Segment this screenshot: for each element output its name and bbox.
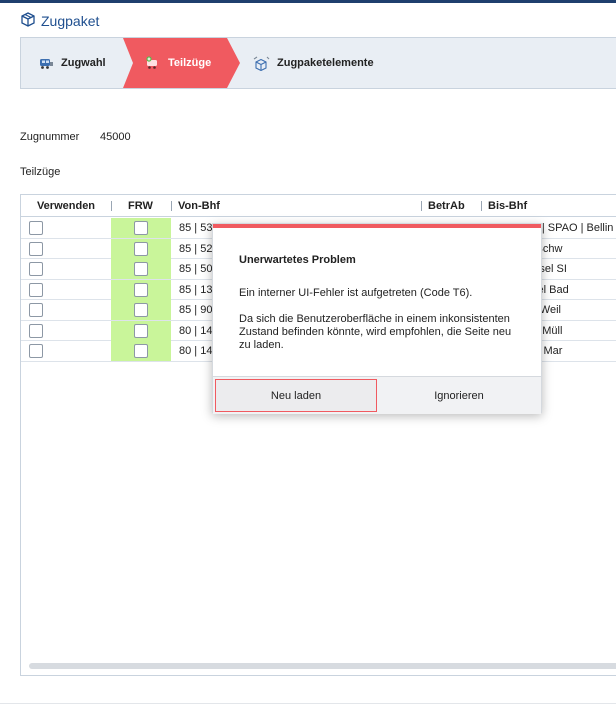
wizard-step-label: Zugwahl [61,57,106,69]
train-add-icon [145,56,161,70]
wizard-step-zugwahl[interactable]: Zugwahl [38,38,106,88]
boxes-icon [253,56,270,71]
box-icon [20,11,36,31]
verwenden-checkbox[interactable] [29,282,43,297]
frw-checkbox[interactable] [134,221,148,235]
dialog-message-detail: Da sich die Benutzeroberfläche in einem … [239,313,512,351]
verwenden-checkbox[interactable] [29,344,43,358]
column-header-von-bhf[interactable]: Von-Bhf [171,195,421,217]
column-header-betrab[interactable]: BetrAb [421,195,481,217]
ignore-button[interactable]: Ignorieren [377,377,541,414]
grid-header: Verwenden FRW Von-Bhf BetrAb Bis-Bhf [21,195,616,217]
frw-checkbox[interactable] [134,241,148,256]
error-dialog: Unerwartetes Problem Ein interner UI-Feh… [212,223,542,414]
dialog-footer: Neu laden Ignorieren [213,376,541,414]
wizard-stepper: Zugwahl Teilzüge Zugpaketelemente [20,37,616,89]
footer-divider [0,703,616,704]
wizard-step-label: Zugpaketelemente [277,57,374,69]
dialog-accent-bar [213,224,541,228]
column-header-verwenden[interactable]: Verwenden [21,195,111,217]
frw-checkbox[interactable] [134,344,148,358]
zugnummer-value: 45000 [100,131,131,143]
dialog-message: Ein interner UI-Fehler ist aufgetreten (… [239,287,473,299]
column-header-bis-bhf[interactable]: Bis-Bhf [481,195,616,217]
verwenden-checkbox[interactable] [29,241,43,256]
train-icon [38,56,54,70]
frw-checkbox[interactable] [134,303,148,317]
dialog-title: Unerwartetes Problem [239,254,356,266]
page-title-text: Zugpaket [41,13,100,29]
zugnummer-label: Zugnummer [20,131,80,143]
wizard-step-zugpaketelemente[interactable]: Zugpaketelemente [253,38,374,88]
frw-checkbox[interactable] [134,282,148,297]
verwenden-checkbox[interactable] [29,262,43,276]
section-title-teilzuege: Teilzüge [20,166,61,178]
wizard-step-teilzuege[interactable]: Teilzüge [123,38,240,88]
page-title: Zugpaket [20,11,100,31]
verwenden-checkbox[interactable] [29,323,43,338]
verwenden-checkbox[interactable] [29,303,43,317]
top-accent-line [0,0,616,3]
zugnummer-field: Zugnummer 45000 [20,131,131,143]
wizard-step-label: Teilzüge [168,57,212,69]
verwenden-checkbox[interactable] [29,221,43,235]
frw-checkbox[interactable] [134,262,148,276]
reload-button[interactable]: Neu laden [215,379,377,412]
frw-checkbox[interactable] [134,323,148,338]
column-header-frw[interactable]: FRW [111,195,171,217]
horizontal-scrollbar[interactable] [29,663,616,669]
